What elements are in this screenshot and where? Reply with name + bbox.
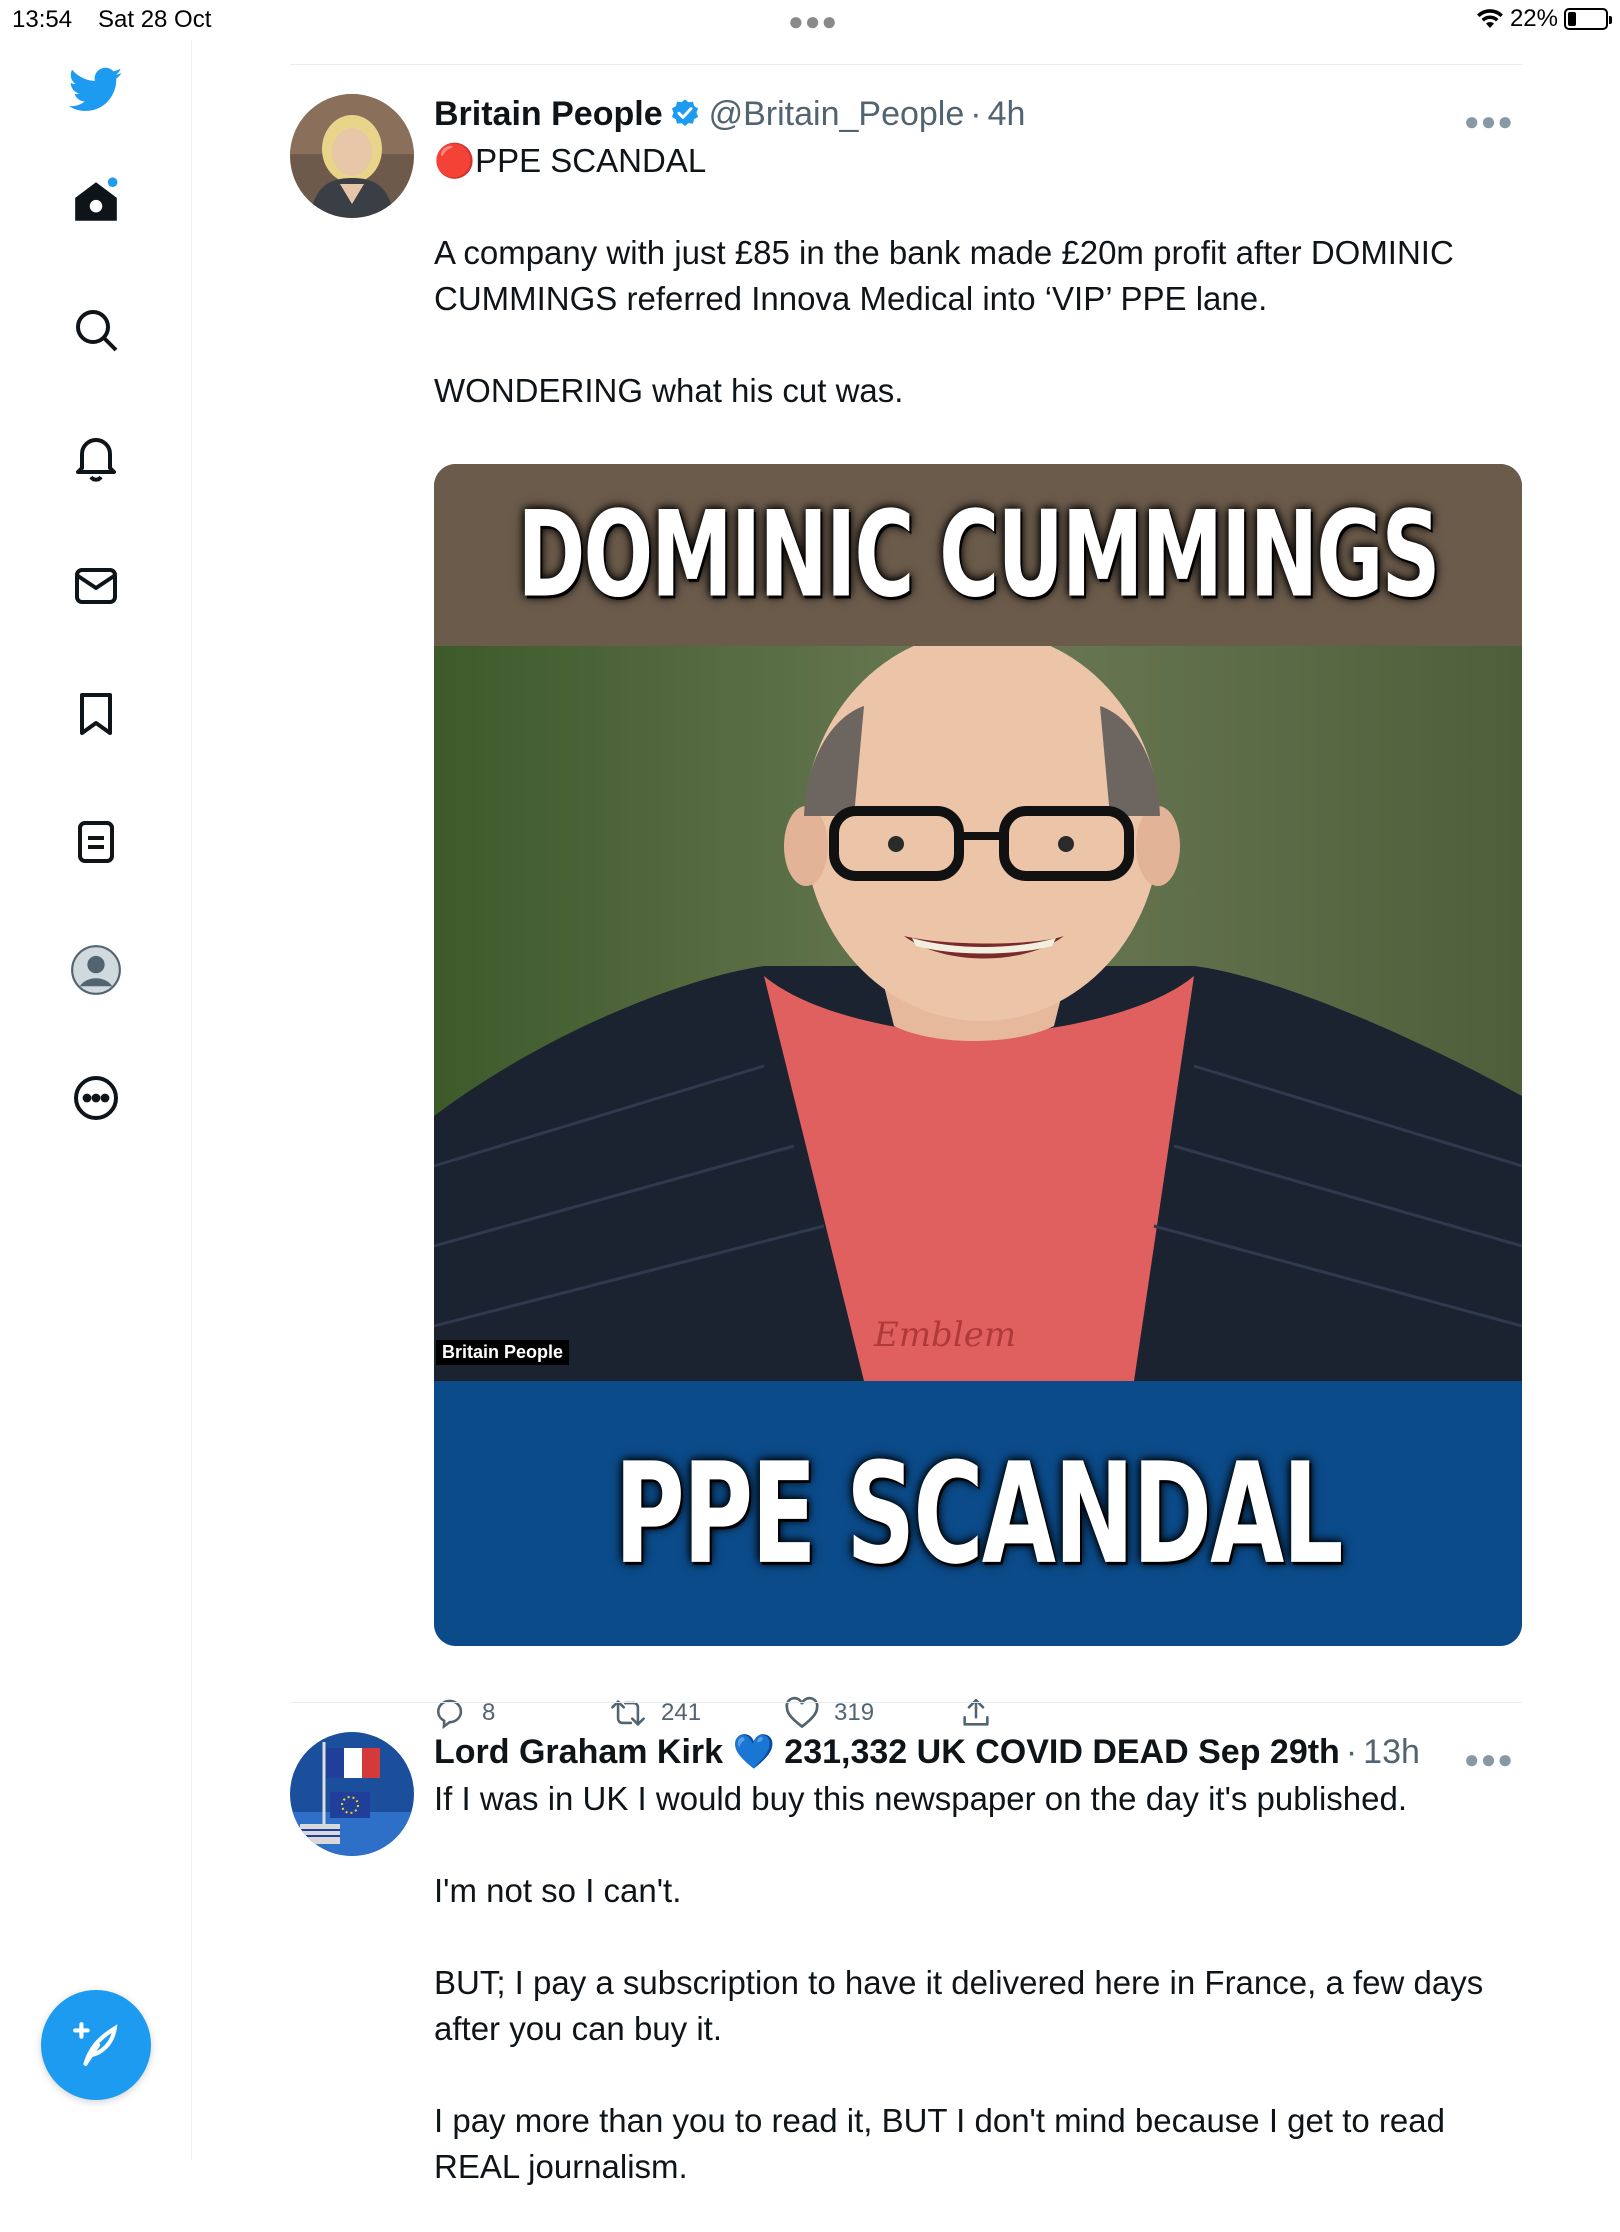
author-handle[interactable]: @Britain_People (709, 95, 965, 134)
home-icon[interactable] (64, 170, 128, 234)
tweet-time[interactable]: 13h (1363, 1733, 1420, 1772)
image-watermark: Britain People (436, 1340, 570, 1365)
verified-badge-icon (671, 99, 698, 126)
sidebar-nav (0, 40, 192, 2160)
compose-tweet-icon (73, 2022, 118, 2066)
twitter-logo-icon[interactable] (64, 58, 128, 122)
media-top-banner: DOMINIC CUMMINGS (434, 464, 1522, 646)
bookmarks-icon[interactable] (64, 682, 128, 746)
lists-icon[interactable] (64, 810, 128, 874)
tweet-time[interactable]: 4h (988, 95, 1026, 134)
svg-text:Emblem: Emblem (873, 1315, 1016, 1355)
like-count: 319 (834, 1699, 875, 1726)
status-date: Sat 28 Oct (98, 6, 212, 33)
status-bar: 13:54 Sat 28 Oct ●●● 22% (0, 0, 1620, 40)
status-indicators: 22% (1476, 5, 1612, 33)
media-bottom-text: PPE SCANDAL (614, 1432, 1343, 1595)
tweet-text: If I was in UK I would buy this newspape… (434, 1780, 1484, 2185)
battery-level (1568, 12, 1576, 26)
divider (290, 1702, 1522, 1703)
separator-dot: · (1345, 1732, 1358, 1771)
profile-icon[interactable] (64, 938, 128, 1002)
status-time: 13:54 (12, 6, 73, 33)
avatar[interactable] (290, 94, 414, 218)
battery-icon (1564, 8, 1612, 30)
media-bottom-banner: PPE SCANDAL (434, 1381, 1522, 1646)
search-icon[interactable] (64, 298, 128, 362)
media-photo: Emblem (434, 646, 1522, 1381)
tweet-body: Lord Graham Kirk 💙 231,332 UK COVID DEAD… (434, 1732, 1514, 2190)
notifications-icon[interactable] (64, 426, 128, 490)
tweet-header: Britain People @Britain_People · 4h ●●● (434, 94, 1514, 137)
more-icon[interactable] (64, 1066, 128, 1130)
separator-dot: · (970, 94, 982, 133)
messages-icon[interactable] (64, 554, 128, 618)
tweet-more-icon[interactable]: ●●● (1464, 1744, 1514, 1775)
author-name[interactable]: Lord Graham Kirk 💙 231,332 UK COVID DEAD… (434, 1732, 1340, 1772)
tweet-body: Britain People @Britain_People · 4h ●●● … (434, 94, 1514, 414)
author-name[interactable]: Britain People (434, 95, 663, 134)
tweet[interactable]: Britain People @Britain_People · 4h ●●● … (290, 94, 1522, 1734)
retweet-count: 241 (661, 1699, 702, 1726)
avatar[interactable] (290, 1732, 414, 1856)
tweet-text: A company with just £85 in the bank made… (434, 234, 1454, 409)
tweet-media-image[interactable]: DOMINIC CUMMINGS Emblem Britain People P… (434, 464, 1522, 1646)
reply-count: 8 (482, 1699, 496, 1726)
tweet-title-line: 🔴PPE SCANDAL (434, 142, 707, 179)
multitasking-dots-icon[interactable]: ●●● (788, 6, 838, 37)
divider (290, 64, 1522, 65)
compose-tweet-button[interactable] (41, 1990, 151, 2100)
battery-percent: 22% (1509, 5, 1558, 32)
tweet-more-icon[interactable]: ●●● (1464, 106, 1514, 137)
media-top-text: DOMINIC CUMMINGS (517, 486, 1440, 624)
wifi-icon (1476, 9, 1503, 28)
tweet-header: Lord Graham Kirk 💙 231,332 UK COVID DEAD… (434, 1732, 1514, 1775)
tweet[interactable]: Lord Graham Kirk 💙 231,332 UK COVID DEAD… (290, 1732, 1522, 2232)
